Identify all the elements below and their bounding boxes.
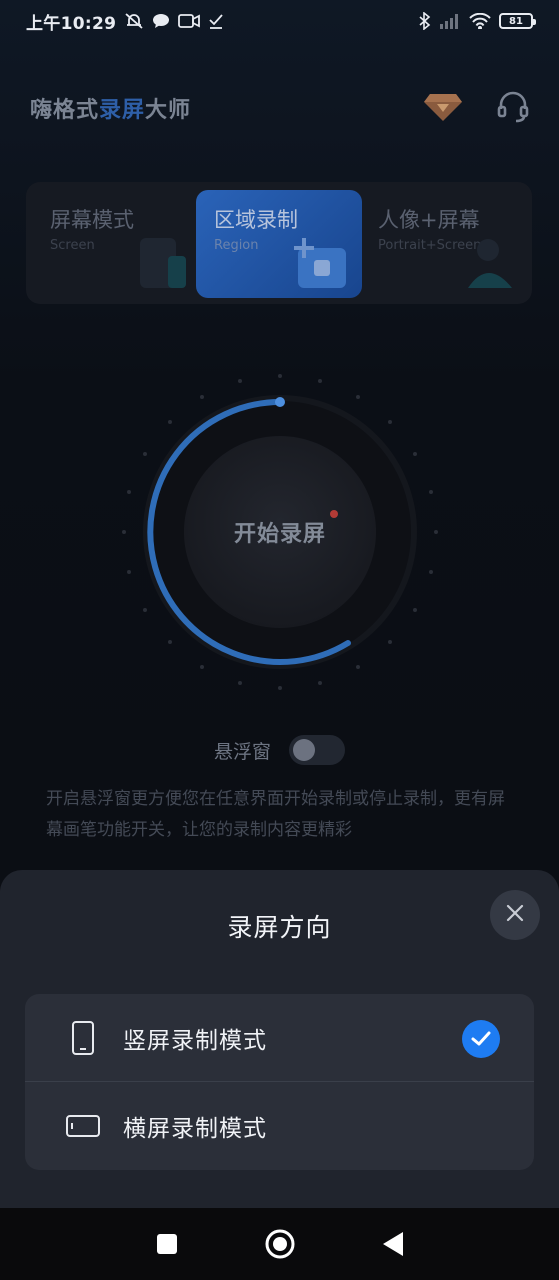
- headset-icon[interactable]: [496, 89, 530, 127]
- option-portrait-mode[interactable]: 竖屏录制模式: [25, 994, 534, 1082]
- record-orientation-sheet: 录屏方向 竖屏录制模式 横屏录制模式: [0, 870, 559, 1208]
- cell-signal-icon: [439, 13, 461, 29]
- recent-apps-button[interactable]: [143, 1220, 191, 1268]
- floating-window-label: 悬浮窗: [213, 740, 271, 763]
- portrait-phone-icon: [63, 1018, 103, 1058]
- landscape-phone-icon: [63, 1106, 103, 1146]
- portrait-illustration-icon: [466, 236, 516, 292]
- close-button[interactable]: [490, 890, 540, 940]
- phone-illustration-icon: [138, 236, 188, 292]
- back-button[interactable]: [369, 1220, 417, 1268]
- orientation-options: 竖屏录制模式 横屏录制模式: [25, 994, 534, 1170]
- mute-bell-icon: [124, 12, 144, 30]
- home-button[interactable]: [256, 1220, 304, 1268]
- record-dial[interactable]: 开始录屏: [118, 370, 442, 694]
- status-bar: 上午10:29 81: [0, 0, 559, 42]
- battery-icon: 81: [499, 13, 536, 29]
- sheet-title: 录屏方向: [227, 913, 332, 942]
- vip-diamond-icon[interactable]: [424, 90, 462, 126]
- mode-selector: 屏幕模式 Screen 区域录制 Region 人像+屏幕 Portrait+S…: [26, 182, 532, 304]
- chat-bubble-icon: [152, 13, 170, 29]
- video-camera-icon: [178, 13, 201, 29]
- selected-check-icon: [462, 1020, 500, 1058]
- floating-window-toggle[interactable]: [289, 735, 345, 765]
- option-landscape-label: 横屏录制模式: [123, 1116, 267, 1142]
- mode-tab-screen[interactable]: 屏幕模式 Screen: [32, 190, 198, 298]
- floating-window-description: 开启悬浮窗更方便您在任意界面开始录制或停止录制，更有屏幕画笔功能开关，让您的录制…: [46, 789, 505, 840]
- download-check-icon: [208, 13, 224, 29]
- wifi-icon: [469, 13, 491, 29]
- app-title: 嗨格式录屏大师: [30, 98, 192, 123]
- system-nav-bar: [0, 1208, 559, 1280]
- bluetooth-icon: [419, 12, 431, 30]
- status-time: 上午10:29: [26, 13, 117, 34]
- start-record-label[interactable]: 开始录屏: [118, 370, 442, 694]
- region-illustration-icon: [292, 236, 352, 292]
- option-landscape-mode[interactable]: 横屏录制模式: [25, 1082, 534, 1170]
- mode-tab-region[interactable]: 区域录制 Region: [196, 190, 362, 298]
- app-header: 嗨格式录屏大师: [30, 86, 530, 130]
- mode-tab-portrait-screen[interactable]: 人像+屏幕 Portrait+Screen: [360, 190, 526, 298]
- option-portrait-label: 竖屏录制模式: [123, 1027, 267, 1054]
- close-icon: [506, 904, 524, 926]
- floating-window-row: 悬浮窗: [0, 732, 559, 768]
